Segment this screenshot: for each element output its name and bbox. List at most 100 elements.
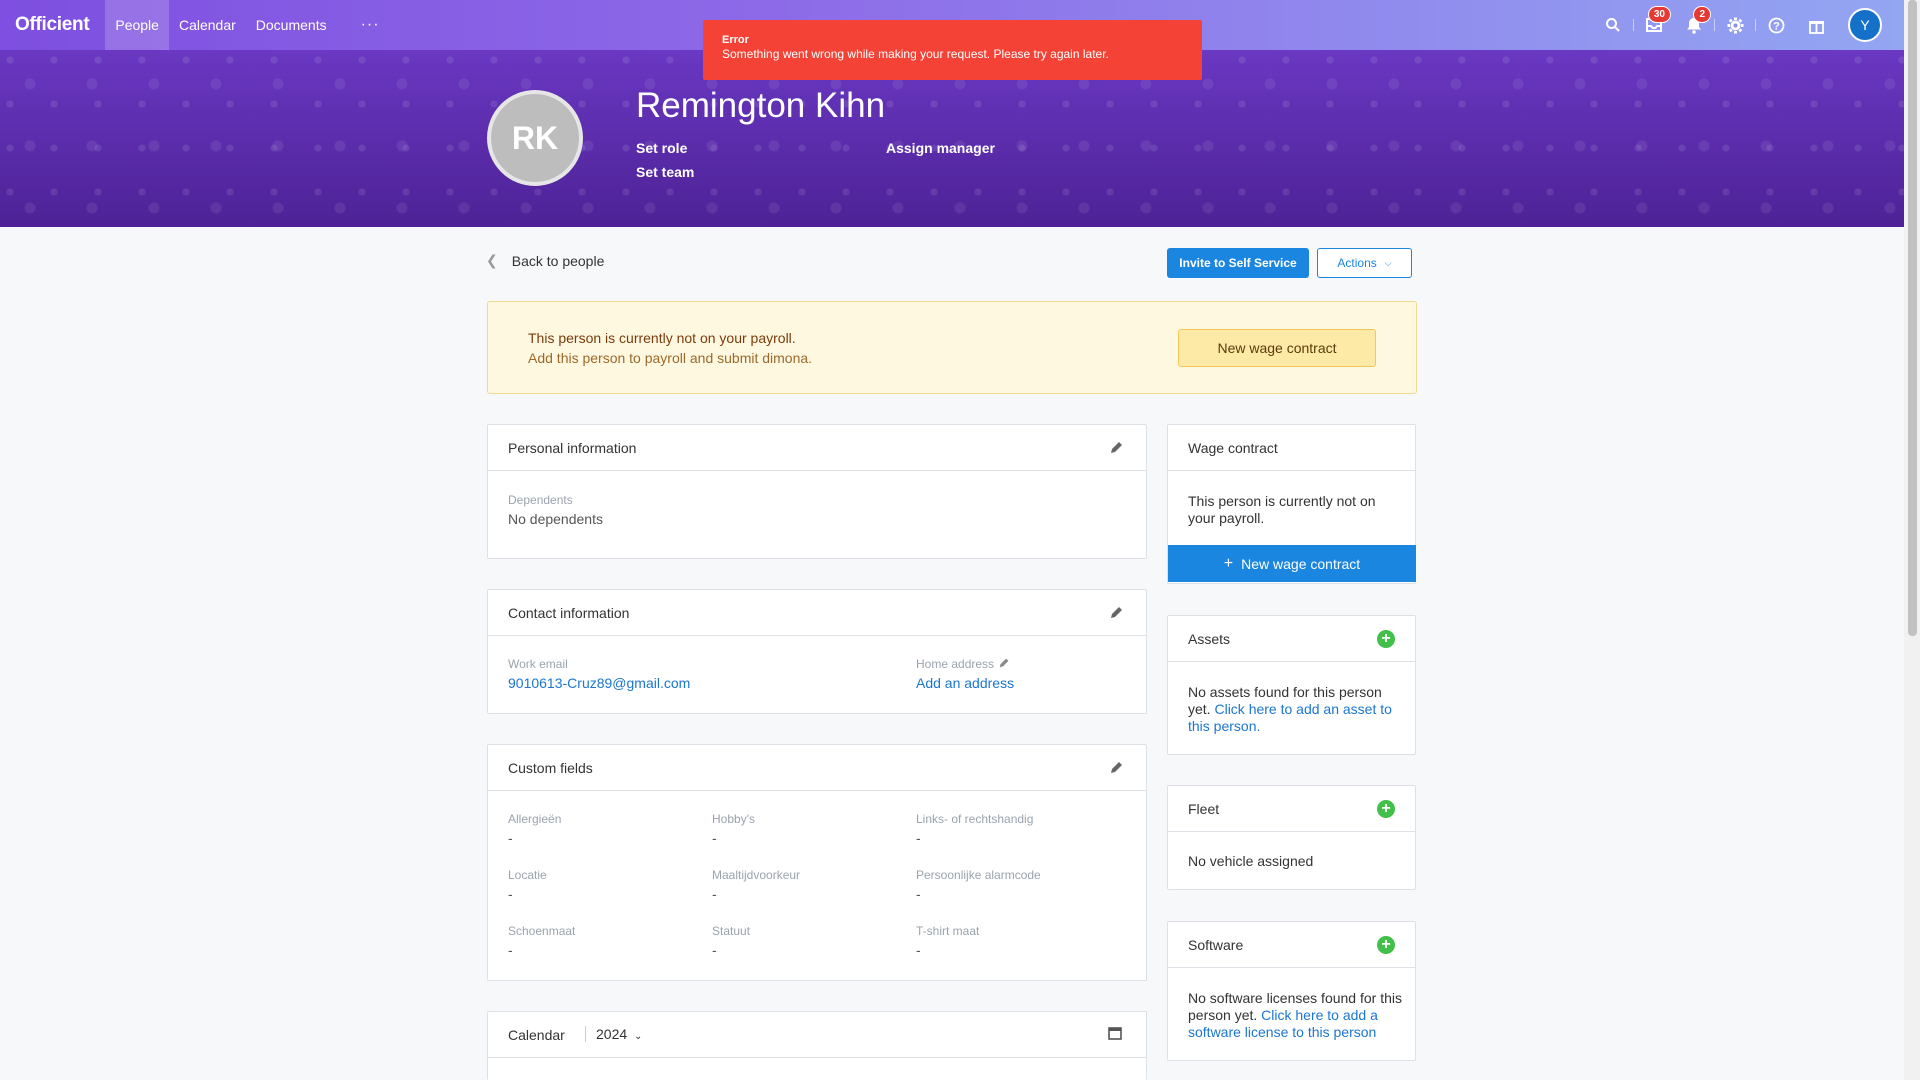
card-header: Calendar 2024 ⌄	[488, 1012, 1146, 1058]
edit-icon[interactable]	[1110, 440, 1124, 454]
notice-title: This person is currently not on your pay…	[528, 330, 796, 346]
toast-message: Something went wrong while making your r…	[722, 47, 1109, 61]
work-email-label: Work email	[508, 657, 568, 671]
page-scrollbar[interactable]	[1904, 0, 1920, 1080]
nav-actions: 30 2 ? Y	[1593, 0, 1882, 50]
assets-empty-text: No assets found for this person yet. Cli…	[1188, 684, 1403, 735]
wage-contract-text: This person is currently not on your pay…	[1188, 493, 1376, 526]
fleet-card: Fleet + No vehicle assigned	[1167, 785, 1416, 890]
custom-field-label: Links- of rechtshandig	[916, 812, 1034, 826]
custom-field-label: Hobby's	[712, 812, 755, 826]
card-header: Fleet +	[1168, 786, 1415, 832]
add-asset-link[interactable]: Click here to add an asset to this perso…	[1188, 701, 1392, 734]
custom-field-value: -	[508, 830, 513, 846]
card-title: Assets	[1188, 630, 1231, 647]
home-address-label-text: Home address	[916, 657, 995, 671]
calendar-card: Calendar 2024 ⌄	[487, 1011, 1147, 1080]
software-empty-text: No software licenses found for this pers…	[1188, 990, 1403, 1041]
actions-button[interactable]: Actions ⌵	[1317, 248, 1412, 278]
custom-field-value: -	[712, 830, 717, 846]
contact-information-card: Contact information Work email 9010613-C…	[487, 589, 1147, 714]
custom-field-value: -	[508, 942, 513, 958]
card-header: Personal information	[488, 425, 1146, 471]
custom-field-label: T-shirt maat	[916, 924, 980, 938]
card-title: Software	[1188, 936, 1244, 953]
home-address-label: Home address	[916, 657, 1010, 671]
edit-icon[interactable]	[1110, 605, 1124, 619]
bell-icon[interactable]: 2	[1674, 0, 1714, 50]
custom-fields-card: Custom fields Allergieën - Hobby's - Lin…	[487, 744, 1147, 981]
dependents-label: Dependents	[508, 493, 573, 507]
dependents-value: No dependents	[508, 511, 603, 527]
custom-field-label: Schoenmaat	[508, 924, 576, 938]
card-header: Assets +	[1168, 616, 1415, 662]
notice-subtitle: Add this person to payroll and submit di…	[528, 350, 813, 366]
scrollbar-thumb[interactable]	[1908, 0, 1917, 636]
software-card: Software + No software licenses found fo…	[1167, 921, 1416, 1061]
nav-documents[interactable]: Documents	[246, 0, 337, 50]
new-wage-contract-label: New wage contract	[1241, 555, 1361, 572]
more-menu-icon[interactable]: ···	[361, 16, 380, 34]
card-header: Wage contract	[1168, 425, 1415, 471]
assets-card: Assets + No assets found for this person…	[1167, 615, 1416, 755]
calendar-icon[interactable]	[1108, 1026, 1122, 1040]
card-header: Software +	[1168, 922, 1415, 968]
custom-field-value: -	[916, 886, 921, 902]
person-avatar[interactable]: RK	[487, 90, 583, 186]
personal-information-card: Personal information Dependents No depen…	[487, 424, 1147, 559]
app-logo[interactable]: Officient	[15, 14, 90, 36]
card-title: Calendar	[508, 1026, 565, 1043]
wage-contract-card: Wage contract This person is currently n…	[1167, 424, 1416, 584]
notice-new-wage-contract-button[interactable]: New wage contract	[1178, 329, 1376, 367]
custom-field-label: Locatie	[508, 868, 547, 882]
custom-field-value: -	[712, 886, 717, 902]
inbox-icon[interactable]: 30	[1634, 0, 1674, 50]
card-title: Wage contract	[1188, 439, 1278, 456]
custom-field-value: -	[916, 942, 921, 958]
actions-label: Actions	[1337, 256, 1377, 270]
person-name: Remington Kihn	[636, 86, 886, 125]
card-title: Contact information	[508, 604, 630, 621]
error-toast[interactable]: Error Something went wrong while making …	[703, 20, 1202, 80]
custom-field-label: Allergieën	[508, 812, 562, 826]
card-title: Personal information	[508, 439, 637, 456]
set-role-link[interactable]: Set role	[636, 140, 687, 156]
card-title: Custom fields	[508, 759, 593, 776]
gear-icon[interactable]	[1715, 0, 1755, 50]
gift-icon[interactable]	[1796, 0, 1836, 50]
work-email-link[interactable]: 9010613-Cruz89@gmail.com	[508, 675, 690, 691]
search-icon[interactable]	[1593, 0, 1633, 50]
add-vehicle-icon[interactable]: +	[1377, 800, 1395, 818]
back-label: Back to people	[511, 252, 605, 269]
chevron-left-icon: ❮	[486, 252, 498, 268]
custom-field-label: Statuut	[712, 924, 751, 938]
card-title: Fleet	[1188, 800, 1220, 817]
add-software-icon[interactable]: +	[1377, 936, 1395, 954]
year-select[interactable]: 2024 ⌄	[585, 1026, 642, 1042]
inbox-badge: 30	[1647, 6, 1671, 23]
back-to-people-link[interactable]: ❮ Back to people	[486, 252, 604, 269]
nav-calendar[interactable]: Calendar	[169, 0, 246, 50]
chevron-down-icon: ⌄	[634, 1031, 643, 1042]
custom-field-value: -	[712, 942, 717, 958]
invite-self-service-button[interactable]: Invite to Self Service	[1167, 248, 1309, 278]
card-header: Contact information	[488, 590, 1146, 636]
payroll-notice: This person is currently not on your pay…	[487, 301, 1417, 394]
user-avatar[interactable]: Y	[1848, 8, 1882, 42]
nav-people[interactable]: People	[105, 0, 169, 50]
chevron-down-icon: ⌵	[1384, 257, 1392, 268]
fleet-empty-text: No vehicle assigned	[1188, 853, 1314, 869]
custom-field-label: Persoonlijke alarmcode	[916, 868, 1041, 882]
set-team-link[interactable]: Set team	[636, 164, 694, 180]
help-icon[interactable]: ?	[1756, 0, 1796, 50]
new-wage-contract-button[interactable]: + New wage contract	[1168, 545, 1416, 582]
edit-icon[interactable]	[1110, 760, 1124, 774]
assign-manager-link[interactable]: Assign manager	[886, 140, 995, 156]
card-header: Custom fields	[488, 745, 1146, 791]
add-address-link[interactable]: Add an address	[916, 675, 1014, 691]
custom-field-label: Maaltijdvoorkeur	[712, 868, 801, 882]
notifications-badge: 2	[1693, 6, 1711, 23]
edit-icon[interactable]	[999, 657, 1010, 668]
custom-field-value: -	[508, 886, 513, 902]
add-asset-icon[interactable]: +	[1377, 630, 1395, 648]
